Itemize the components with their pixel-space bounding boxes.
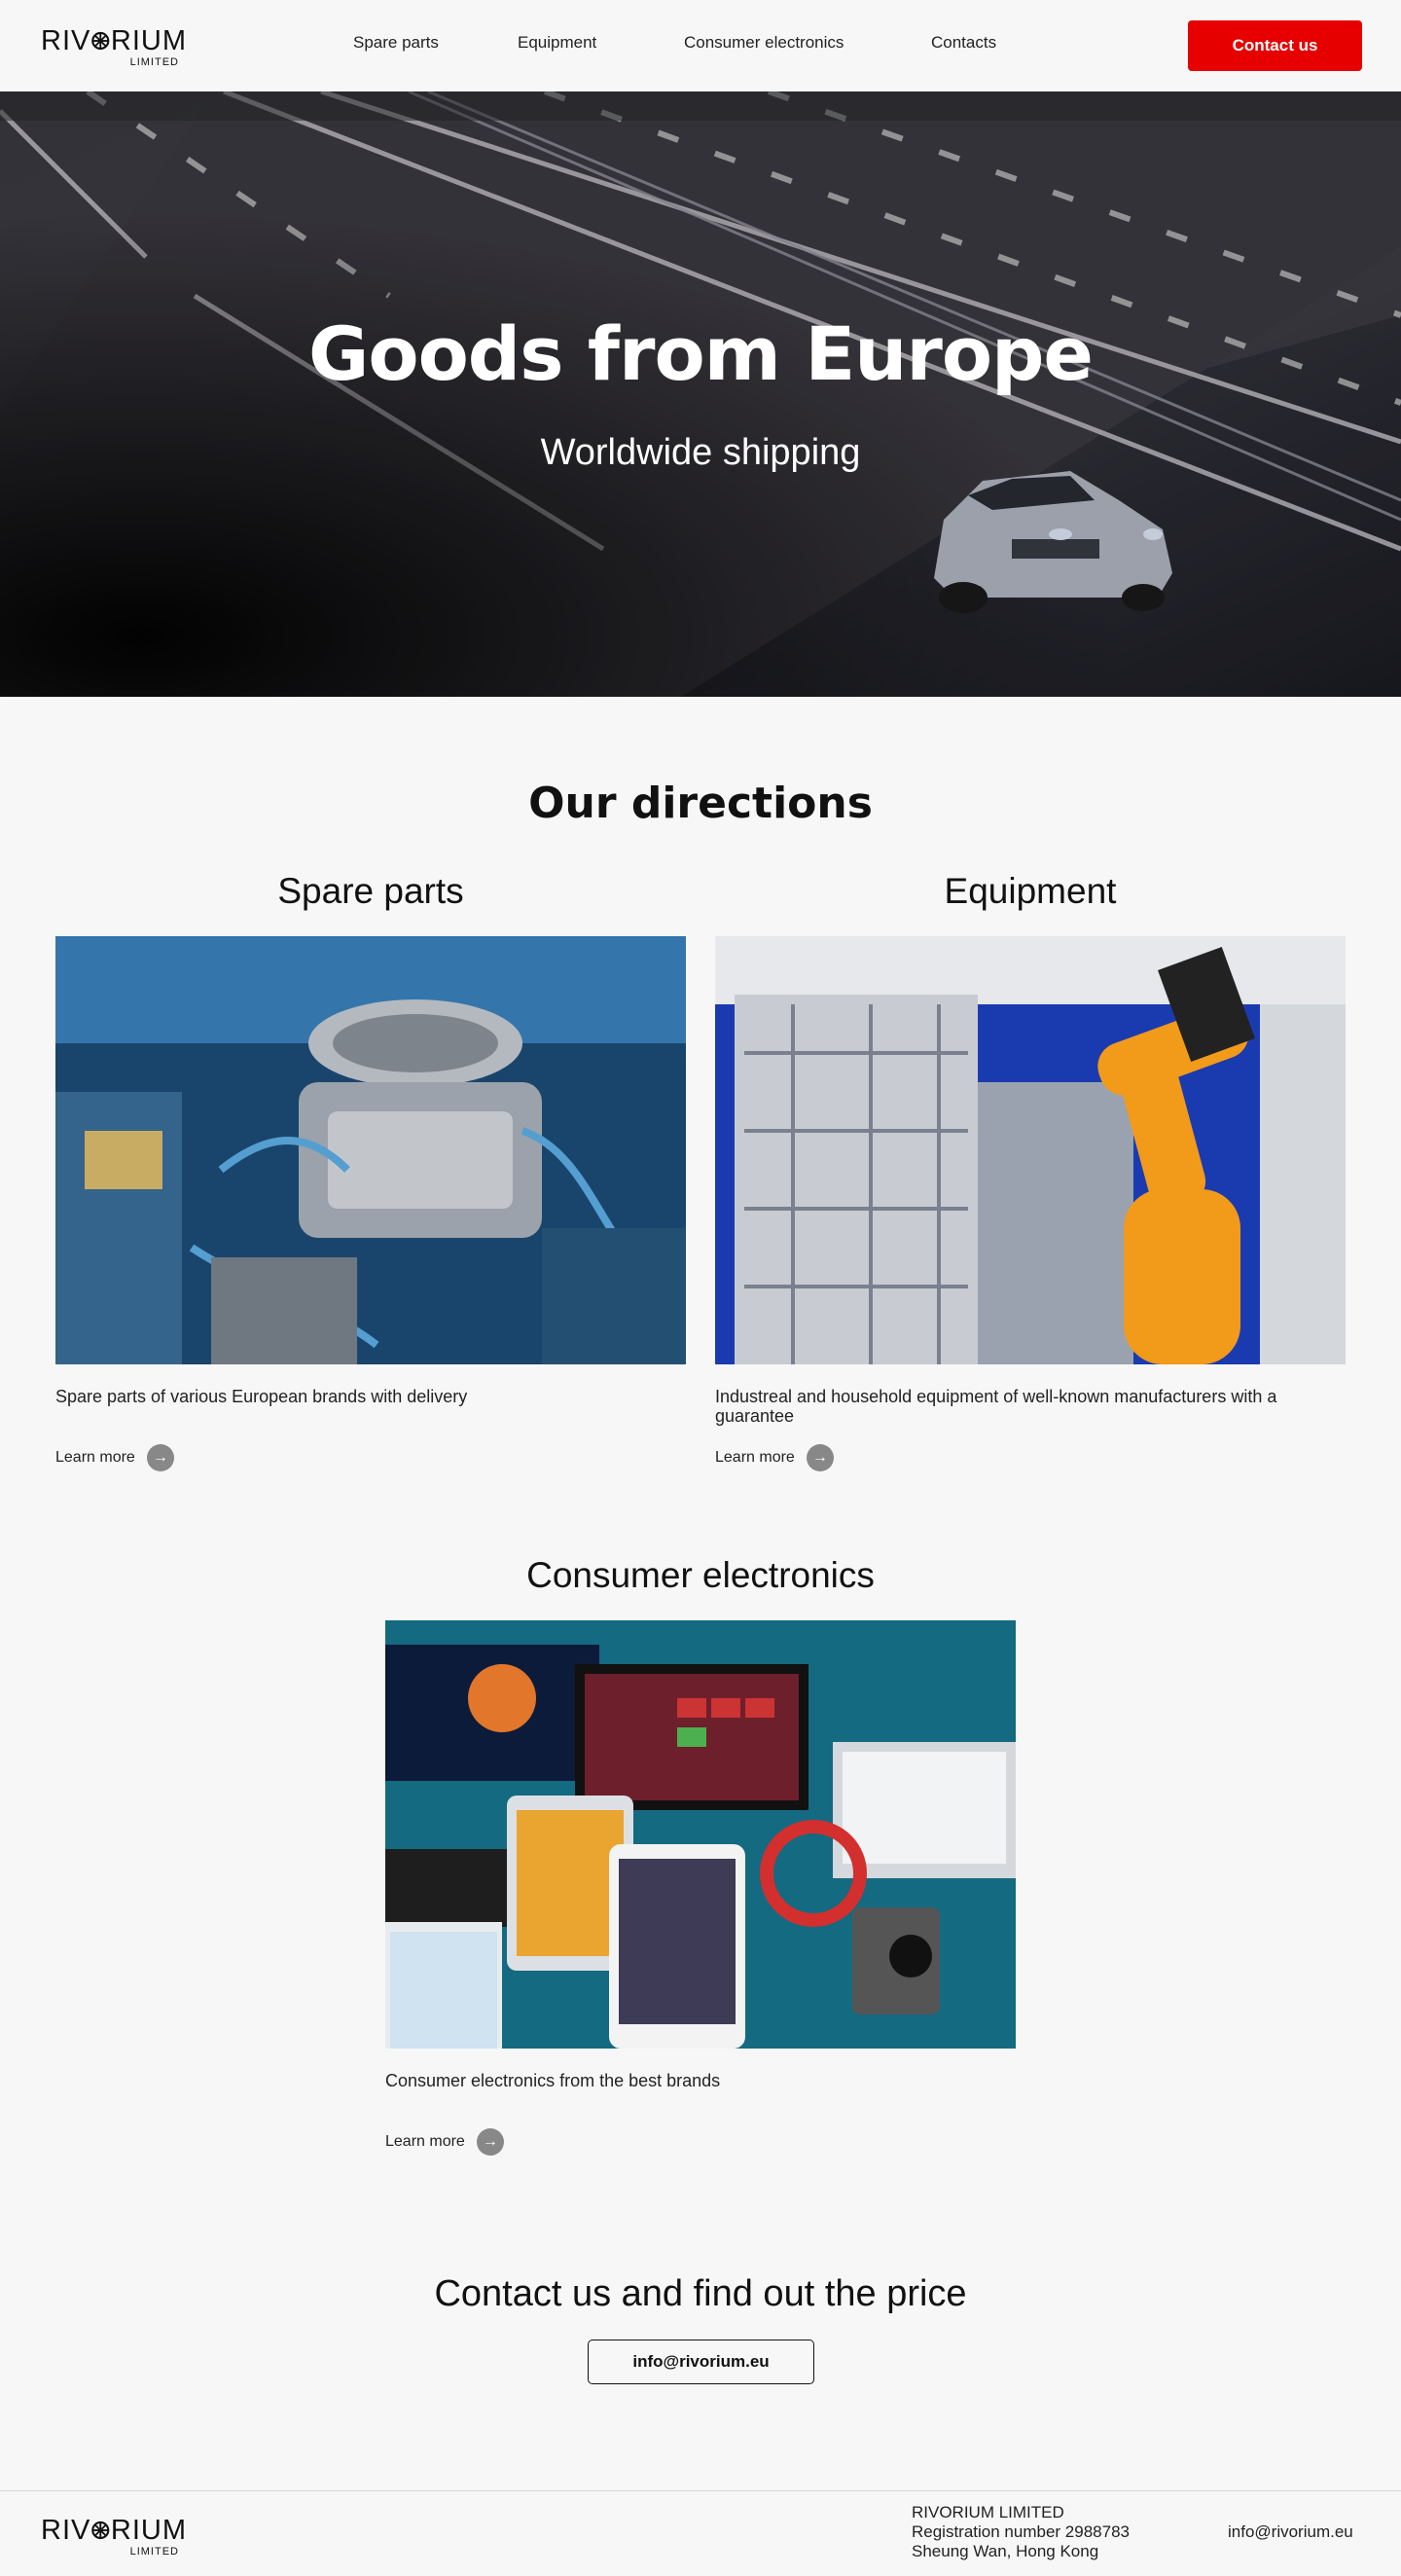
footer-address: Sheung Wan, Hong Kong — [912, 2542, 1099, 2560]
footer-company-info: RIVORIUM LIMITED Registration number 298… — [912, 2503, 1130, 2561]
learn-more-consumer-electronics[interactable]: Learn more → — [385, 2128, 504, 2156]
directions-title: Our directions — [528, 779, 873, 828]
logo-subtitle: LIMITED — [129, 56, 179, 68]
nav-contacts[interactable]: Contacts — [931, 33, 996, 53]
learn-more-equipment[interactable]: Learn more → — [715, 1444, 834, 1471]
learn-more-label: Learn more — [55, 1449, 135, 1466]
hero-title: Goods from Europe — [308, 310, 1094, 397]
logo-text-start: RIV — [41, 25, 91, 56]
learn-more-label: Learn more — [385, 2133, 465, 2150]
engine-image — [55, 936, 686, 1364]
nav-spare-parts[interactable]: Spare parts — [353, 33, 439, 53]
card-title-equipment: Equipment — [944, 871, 1117, 911]
nav-consumer-electronics[interactable]: Consumer electronics — [684, 33, 844, 53]
footer-divider — [0, 2490, 1401, 2491]
arrow-right-icon: → — [476, 2128, 504, 2156]
footer-email-link[interactable]: info@rivorium.eu — [1228, 2522, 1353, 2542]
logo[interactable]: RIV RIUM LIMITED — [41, 25, 187, 72]
nav-equipment[interactable]: Equipment — [518, 33, 596, 53]
hero-subtitle: Worldwide shipping — [540, 432, 861, 473]
hero-banner: Goods from Europe Worldwide shipping — [0, 91, 1401, 697]
card-description-equipment: Industreal and household equipment of we… — [715, 1387, 1277, 1426]
card-description-consumer-electronics: Consumer electronics from the best brand… — [385, 2071, 721, 2090]
footer-logo[interactable]: RIV RIUM LIMITED — [41, 2515, 187, 2561]
card-title-consumer-electronics: Consumer electronics — [526, 1555, 875, 1595]
card-description-spare-parts: Spare parts of various European brands w… — [55, 1387, 468, 1406]
logo-text-end: RIUM — [110, 2515, 187, 2546]
wheel-icon — [91, 2521, 110, 2540]
site-header: RIV RIUM LIMITED Spare parts Equipment C… — [0, 0, 1401, 91]
logo-text-end: RIUM — [110, 25, 187, 56]
footer-company-name: RIVORIUM LIMITED — [912, 2503, 1064, 2522]
robot-arm-image — [715, 936, 1346, 1364]
email-button[interactable]: info@rivorium.eu — [588, 2340, 814, 2384]
arrow-right-icon: → — [806, 1444, 834, 1471]
learn-more-spare-parts[interactable]: Learn more → — [55, 1444, 174, 1471]
footer-registration: Registration number 2988783 — [912, 2522, 1130, 2541]
arrow-right-icon: → — [146, 1444, 174, 1471]
learn-more-label: Learn more — [715, 1449, 795, 1466]
logo-text-start: RIV — [41, 2515, 91, 2546]
card-title-spare-parts: Spare parts — [277, 871, 464, 911]
wheel-icon — [91, 31, 110, 51]
electronics-image — [385, 1620, 1016, 2049]
contact-title: Contact us and find out the price — [434, 2273, 967, 2314]
logo-subtitle: LIMITED — [129, 2546, 179, 2558]
contact-us-button[interactable]: Contact us — [1188, 20, 1362, 71]
